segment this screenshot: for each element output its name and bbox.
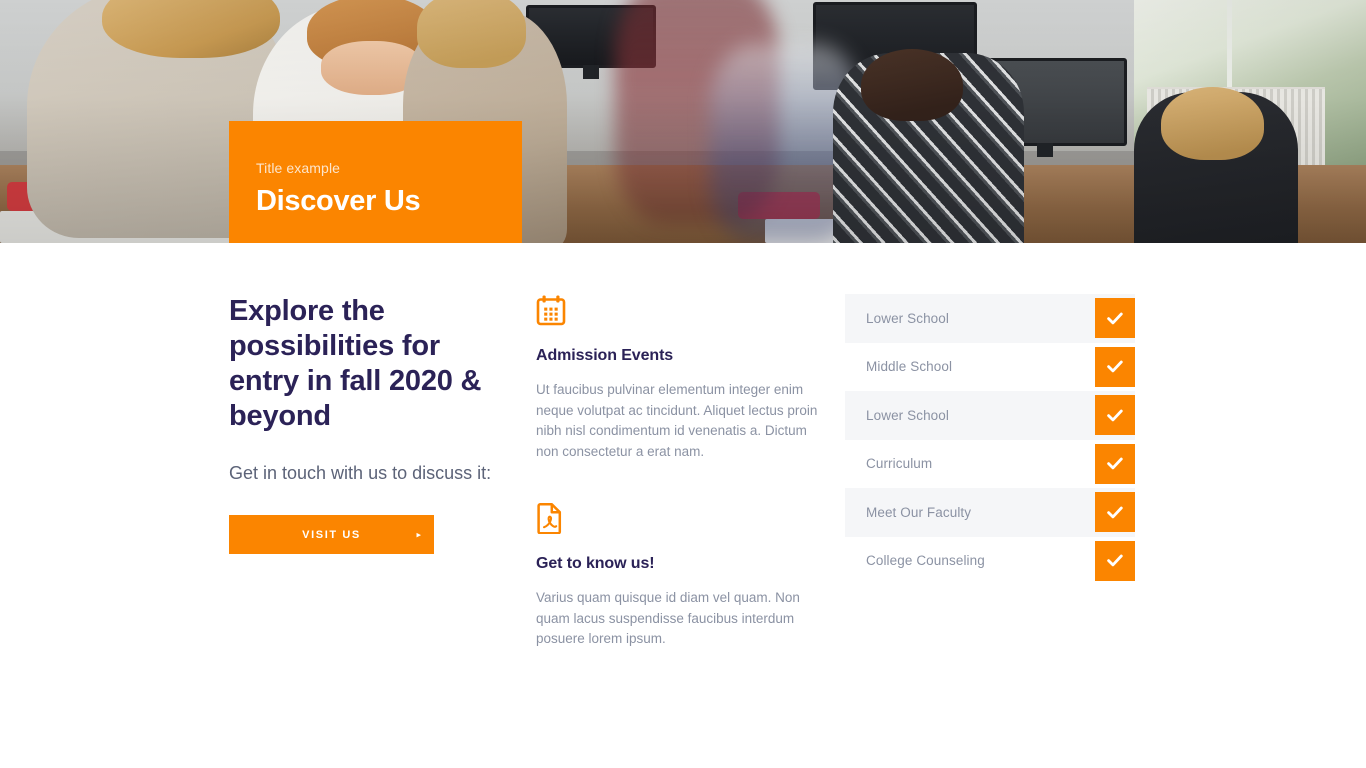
feature-admission-events: Admission Events Ut faucibus pulvinar el… <box>536 294 828 462</box>
list-item[interactable]: Lower School <box>845 294 1135 343</box>
list-item[interactable]: College Counseling <box>845 537 1135 586</box>
chevron-right-icon: ▸ <box>416 529 421 539</box>
calendar-icon <box>536 294 566 326</box>
feature-body: Ut faucibus pulvinar elementum integer e… <box>536 382 818 459</box>
list-item-label: College Counseling <box>866 553 985 569</box>
list-item[interactable]: Lower School <box>845 391 1135 440</box>
pdf-file-icon <box>536 502 566 535</box>
feature-body: Varius quam quisque id diam vel quam. No… <box>536 590 800 646</box>
check-icon[interactable] <box>1095 540 1135 581</box>
check-icon[interactable] <box>1095 443 1135 484</box>
list-item-label: Lower School <box>866 310 949 326</box>
list-item-label: Meet Our Faculty <box>866 504 972 520</box>
list-item[interactable]: Curriculum <box>845 440 1135 489</box>
visit-us-button[interactable]: VISIT US ▸ <box>229 515 434 554</box>
hero-banner: Title example Discover Us <box>0 0 1366 243</box>
list-item-label: Curriculum <box>866 456 933 472</box>
intro-column: Explore the possibilities for entry in f… <box>229 294 509 554</box>
list-item[interactable]: Middle School <box>845 343 1135 392</box>
section-heading: Explore the possibilities for entry in f… <box>229 295 482 432</box>
feature-get-to-know-us: Get to know us! Varius quam quisque id d… <box>536 502 828 650</box>
check-icon[interactable] <box>1095 346 1135 387</box>
feature-title: Admission Events <box>536 347 674 364</box>
check-icon[interactable] <box>1095 298 1135 339</box>
hero-title-card: Title example Discover Us <box>229 121 522 243</box>
hero-kicker: Title example <box>256 160 341 176</box>
list-item-label: Middle School <box>866 359 953 375</box>
section-lead: Get in touch with us to discuss it: <box>229 463 492 483</box>
features-column: Admission Events Ut faucibus pulvinar el… <box>536 294 828 650</box>
visit-us-button-label: VISIT US <box>302 528 361 541</box>
list-item[interactable]: Meet Our Faculty <box>845 488 1135 537</box>
feature-title: Get to know us! <box>536 555 655 572</box>
page-title: Discover Us <box>256 185 421 217</box>
list-item-label: Lower School <box>866 407 949 423</box>
classroom-photo <box>0 0 1366 243</box>
quick-links-column: Lower School Middle School Lower School <box>845 294 1135 585</box>
quick-links-list: Lower School Middle School Lower School <box>845 294 1135 585</box>
main-content: Explore the possibilities for entry in f… <box>0 243 1366 768</box>
check-icon[interactable] <box>1095 492 1135 533</box>
check-icon[interactable] <box>1095 395 1135 436</box>
